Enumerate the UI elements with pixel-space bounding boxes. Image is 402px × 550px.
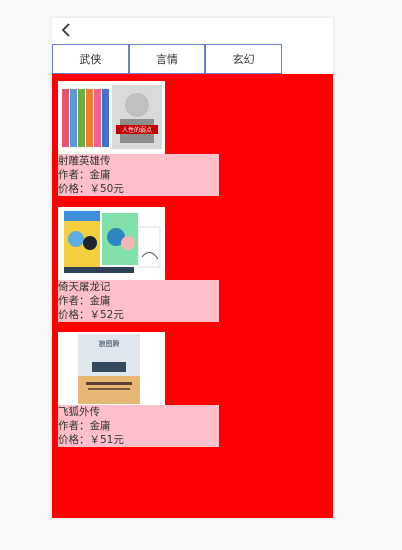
tab-fantasy[interactable]: 玄幻: [205, 44, 283, 74]
book-author: 作者：金庸: [58, 295, 111, 307]
tab-wuxia[interactable]: 武侠: [52, 44, 129, 74]
book-cover: 狼图腾: [58, 332, 165, 405]
book-cover: 人性的弱点: [58, 81, 165, 154]
book-author: 作者：金庸: [58, 169, 111, 181]
chevron-left-icon: [61, 23, 70, 37]
book-info: 飞狐外传 作者：金庸 价格：￥51元: [58, 405, 219, 447]
book-info: 倚天屠龙记 作者：金庸 价格：￥52元: [58, 280, 219, 322]
book-list: 人性的弱点 射雕英雄传 作者：金庸 价格：￥50元 倚天屠龙记 作者：金庸 价格…: [52, 74, 333, 518]
book-title: 飞狐外传: [58, 406, 100, 418]
book-price: 价格：￥52元: [58, 309, 124, 321]
book-cover: [58, 207, 165, 280]
cover-title: 人性的弱点: [122, 126, 152, 134]
back-button[interactable]: [58, 21, 74, 39]
book-title: 倚天屠龙记: [58, 281, 111, 293]
book-item[interactable]: 狼图腾 飞狐外传 作者：金庸 价格：￥51元: [58, 332, 219, 447]
book-info: 射雕英雄传 作者：金庸 价格：￥50元: [58, 154, 219, 196]
category-tabs: 武侠 言情 玄幻: [52, 44, 283, 74]
app-screen: 武侠 言情 玄幻 人性的弱点 射雕英雄传 作者：金庸 价格：￥50元 倚天屠龙记…: [52, 18, 333, 518]
top-bar: [52, 18, 333, 44]
book-item[interactable]: 人性的弱点 射雕英雄传 作者：金庸 价格：￥50元: [58, 81, 219, 196]
book-price: 价格：￥50元: [58, 183, 124, 195]
cover-title: 狼图腾: [99, 339, 120, 348]
book-author: 作者：金庸: [58, 420, 111, 432]
tab-romance[interactable]: 言情: [128, 44, 206, 74]
book-price: 价格：￥51元: [58, 434, 124, 446]
book-item[interactable]: 倚天屠龙记 作者：金庸 价格：￥52元: [58, 207, 219, 322]
book-title: 射雕英雄传: [58, 155, 111, 167]
